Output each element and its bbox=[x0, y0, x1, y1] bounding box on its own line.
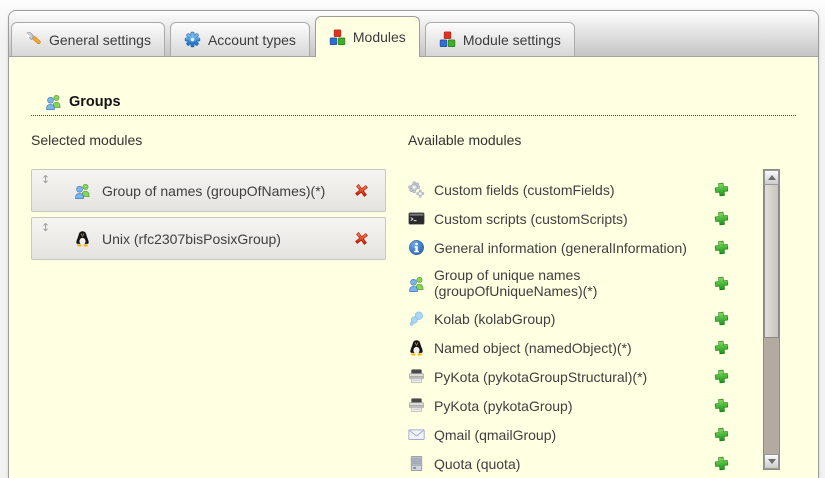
available-module-name: Named object (namedObject)(*) bbox=[434, 340, 704, 356]
tux-icon bbox=[74, 230, 91, 247]
section-title: Groups bbox=[69, 94, 121, 110]
modules-columns: Selected modules ↕ Group of names (group… bbox=[31, 132, 780, 473]
available-module-row: Custom fields (customFields) bbox=[408, 180, 749, 199]
available-module-row: Custom scripts (customScripts) bbox=[408, 209, 749, 228]
configuration-panel: General settings Account types Modules M… bbox=[8, 10, 819, 478]
group-icon bbox=[74, 182, 91, 199]
gears-icon bbox=[408, 181, 425, 198]
add-module-button[interactable] bbox=[713, 275, 730, 292]
mail-icon bbox=[408, 426, 425, 443]
group-icon bbox=[408, 275, 425, 292]
scroll-up-button[interactable] bbox=[764, 170, 779, 185]
modules-icon bbox=[329, 29, 346, 46]
available-module-name: Custom scripts (customScripts) bbox=[434, 211, 704, 227]
available-module-row: Qmail (qmailGroup) bbox=[408, 425, 749, 444]
available-modules-column: Available modules Custom fields (customF… bbox=[408, 132, 780, 473]
available-module-name: General information (generalInformation) bbox=[434, 240, 704, 256]
gear-icon bbox=[184, 31, 201, 48]
add-module-button[interactable] bbox=[713, 397, 730, 414]
available-module-row: General information (generalInformation) bbox=[408, 238, 749, 257]
available-module-name: Quota (quota) bbox=[434, 456, 704, 472]
available-modules-body: Custom fields (customFields) Custom scri… bbox=[408, 169, 780, 473]
add-module-button[interactable] bbox=[713, 368, 730, 385]
available-module-row: Named object (namedObject)(*) bbox=[408, 338, 749, 357]
add-module-button[interactable] bbox=[713, 339, 730, 356]
tux-icon bbox=[408, 339, 425, 356]
tab-modules[interactable]: Modules bbox=[315, 16, 420, 57]
kolab-icon bbox=[408, 310, 425, 327]
tab-account-types[interactable]: Account types bbox=[170, 22, 310, 56]
add-module-button[interactable] bbox=[713, 310, 730, 327]
move-vertical-icon[interactable]: ↕ bbox=[41, 221, 50, 234]
terminal-icon bbox=[408, 210, 425, 227]
tab-general-settings[interactable]: General settings bbox=[11, 22, 165, 56]
scrollbar[interactable] bbox=[763, 169, 780, 470]
tab-module-settings[interactable]: Module settings bbox=[425, 22, 575, 56]
available-module-name: PyKota (pykotaGroupStructural)(*) bbox=[434, 369, 704, 385]
available-module-name: Kolab (kolabGroup) bbox=[434, 311, 704, 327]
selected-module-name: Unix (rfc2307bisPosixGroup) bbox=[102, 231, 353, 247]
add-module-button[interactable] bbox=[713, 426, 730, 443]
selected-module-name: Group of names (groupOfNames)(*) bbox=[102, 183, 353, 199]
move-vertical-icon[interactable]: ↕ bbox=[41, 173, 50, 186]
selected-module-row: ↕ Unix (rfc2307bisPosixGroup) bbox=[31, 217, 386, 260]
selected-modules-label: Selected modules bbox=[31, 132, 386, 148]
add-module-button[interactable] bbox=[713, 181, 730, 198]
page-background: General settings Account types Modules M… bbox=[0, 0, 825, 478]
selected-modules-column: Selected modules ↕ Group of names (group… bbox=[31, 132, 386, 265]
printer-icon bbox=[408, 397, 425, 414]
add-module-button[interactable] bbox=[713, 210, 730, 227]
remove-module-button[interactable] bbox=[353, 182, 370, 199]
triangle-down-icon bbox=[768, 459, 776, 464]
remove-module-button[interactable] bbox=[353, 230, 370, 247]
info-icon bbox=[408, 239, 425, 256]
scrollbar-thumb[interactable] bbox=[764, 185, 779, 338]
modules-tab-content: Groups Selected modules ↕ Group of names… bbox=[9, 57, 818, 473]
available-modules-list: Custom fields (customFields) Custom scri… bbox=[408, 169, 763, 473]
add-module-button[interactable] bbox=[713, 239, 730, 256]
scroll-down-button[interactable] bbox=[764, 454, 779, 469]
disk-icon bbox=[408, 455, 425, 472]
available-module-name: PyKota (pykotaGroup) bbox=[434, 398, 704, 414]
available-module-row: Group of unique names (groupOfUniqueName… bbox=[408, 267, 749, 299]
available-module-row: PyKota (pykotaGroupStructural)(*) bbox=[408, 367, 749, 386]
printer-icon bbox=[408, 368, 425, 385]
selected-module-row: ↕ Group of names (groupOfNames)(*) bbox=[31, 169, 386, 212]
available-module-name: Custom fields (customFields) bbox=[434, 182, 704, 198]
scrollbar-track[interactable] bbox=[764, 338, 779, 454]
available-module-row: Quota (quota) bbox=[408, 454, 749, 473]
group-icon bbox=[45, 93, 62, 110]
triangle-up-icon bbox=[768, 175, 776, 180]
wrench-icon bbox=[25, 31, 42, 48]
tab-bar: General settings Account types Modules M… bbox=[9, 11, 818, 57]
available-module-name: Qmail (qmailGroup) bbox=[434, 427, 704, 443]
available-module-name: Group of unique names (groupOfUniqueName… bbox=[434, 267, 704, 299]
modules-icon bbox=[439, 31, 456, 48]
selected-modules-list: ↕ Group of names (groupOfNames)(*) ↕ Uni… bbox=[31, 169, 386, 260]
section-header: Groups bbox=[31, 93, 796, 116]
add-module-button[interactable] bbox=[713, 455, 730, 472]
available-module-row: PyKota (pykotaGroup) bbox=[408, 396, 749, 415]
available-modules-label: Available modules bbox=[408, 132, 780, 148]
available-module-row: Kolab (kolabGroup) bbox=[408, 309, 749, 328]
